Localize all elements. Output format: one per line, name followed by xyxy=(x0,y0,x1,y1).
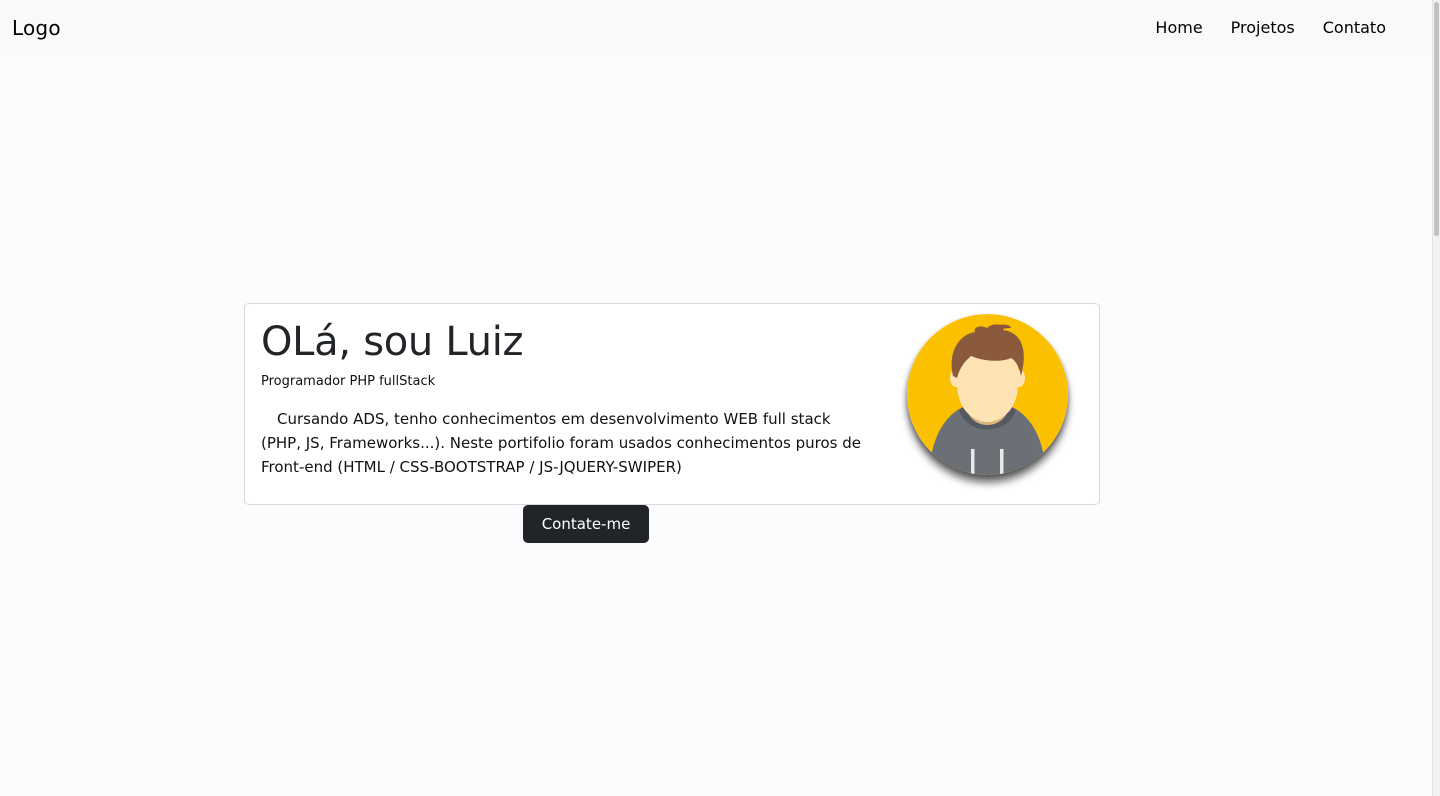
nav-link-home[interactable]: Home xyxy=(1141,10,1216,45)
scrollbar-thumb[interactable] xyxy=(1434,2,1439,236)
hero-description: Cursando ADS, tenho conhecimentos em des… xyxy=(261,410,862,476)
hero-card: OLá, sou Luiz Programador PHP fullStack … xyxy=(244,303,1100,505)
hero-subtitle: Programador PHP fullStack xyxy=(261,374,436,389)
vertical-scrollbar[interactable] xyxy=(1432,0,1440,796)
nav-link-projetos[interactable]: Projetos xyxy=(1217,10,1309,45)
hero-title: OLá, sou Luiz xyxy=(261,319,524,365)
hero-card-body: OLá, sou Luiz Programador PHP fullStack … xyxy=(261,318,861,479)
logo-link[interactable]: Logo xyxy=(12,16,61,40)
nav-links: Home Projetos Contato xyxy=(1141,10,1400,45)
navbar: Logo Home Projetos Contato xyxy=(0,0,1432,55)
contact-button[interactable]: Contate-me xyxy=(523,505,649,543)
user-avatar-icon xyxy=(907,314,1068,475)
nav-link-contato[interactable]: Contato xyxy=(1309,10,1400,45)
avatar-illustration xyxy=(907,314,1068,475)
